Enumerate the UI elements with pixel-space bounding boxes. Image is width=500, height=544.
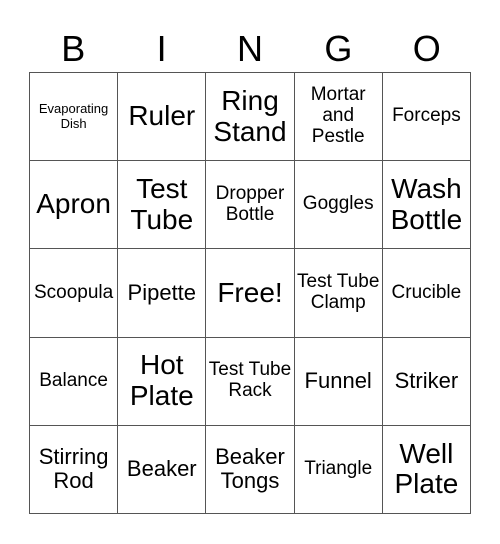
bingo-header: B I N G O — [29, 26, 471, 72]
bingo-cell[interactable]: Ruler — [118, 73, 207, 162]
bingo-cell[interactable]: Mortar and Pestle — [294, 73, 383, 162]
bingo-cell[interactable]: Beaker — [118, 425, 207, 514]
bingo-cell[interactable]: Striker — [382, 337, 471, 426]
bingo-cell[interactable]: Wash Bottle — [382, 161, 471, 250]
cell-label: Scoopula — [33, 281, 114, 303]
bingo-cell[interactable]: Stirring Rod — [30, 425, 119, 514]
cell-label: Pipette — [127, 279, 197, 305]
cell-label: Mortar and Pestle — [310, 84, 366, 148]
bingo-cell[interactable]: Pipette — [118, 249, 207, 338]
bingo-cell[interactable]: Evaporating Dish — [30, 73, 119, 162]
bingo-cell[interactable]: Dropper Bottle — [206, 161, 295, 250]
bingo-cell[interactable]: Balance — [30, 337, 119, 426]
cell-label: Stirring Rod — [38, 444, 109, 494]
header-letter-n: N — [236, 28, 263, 69]
bingo-cell[interactable]: Test Tube — [118, 161, 207, 250]
header-letter-g: G — [324, 28, 353, 69]
bingo-cell[interactable]: Test Tube Clamp — [294, 249, 383, 338]
bingo-cell[interactable]: Scoopula — [30, 249, 119, 338]
cell-label: Funnel — [304, 368, 372, 394]
cell-label: Test Tube Clamp — [297, 271, 380, 313]
free-space-cell[interactable]: Free! — [206, 249, 295, 338]
cell-label: Balance — [39, 369, 108, 391]
bingo-cell[interactable]: Crucible — [382, 249, 471, 338]
cell-label: Apron — [36, 188, 111, 220]
cell-label: Well Plate — [394, 437, 459, 500]
cell-label: Ring Stand — [213, 84, 287, 147]
bingo-cell[interactable]: Goggles — [294, 161, 383, 250]
cell-label: Free! — [217, 276, 283, 308]
cell-label: Evaporating Dish — [38, 101, 109, 131]
bingo-cell[interactable]: Well Plate — [382, 425, 471, 514]
cell-label: Crucible — [391, 281, 462, 303]
bingo-grid: Evaporating Dish Ruler Ring Stand Mortar an… — [29, 72, 471, 514]
cell-label: Ruler — [128, 100, 196, 132]
cell-label: Wash Bottle — [390, 172, 463, 235]
bingo-cell[interactable]: Beaker Tongs — [206, 425, 295, 514]
bingo-cell[interactable]: Hot Plate — [118, 337, 207, 426]
header-letter-o: O — [412, 28, 441, 69]
bingo-cell[interactable]: Test Tube Rack — [206, 337, 295, 426]
header-letter-i: I — [156, 28, 167, 69]
cell-label: Test Tube — [130, 172, 194, 235]
cell-label: Striker — [394, 368, 459, 394]
bingo-cell[interactable]: Triangle — [294, 425, 383, 514]
cell-label: Dropper Bottle — [215, 182, 285, 225]
cell-label: Beaker Tongs — [215, 444, 285, 494]
bingo-cell[interactable]: Ring Stand — [206, 73, 295, 162]
cell-label: Hot Plate — [129, 349, 194, 412]
cell-label: Goggles — [302, 193, 374, 215]
bingo-cell[interactable]: Forceps — [382, 73, 471, 162]
cell-label: Forceps — [392, 105, 461, 127]
bingo-cell[interactable]: Apron — [30, 161, 119, 250]
cell-label: Test Tube Rack — [208, 359, 292, 402]
cell-label: Beaker — [126, 456, 197, 482]
bingo-cell[interactable]: Funnel — [294, 337, 383, 426]
header-letter-b: B — [61, 28, 86, 69]
cell-label: Triangle — [304, 457, 373, 479]
